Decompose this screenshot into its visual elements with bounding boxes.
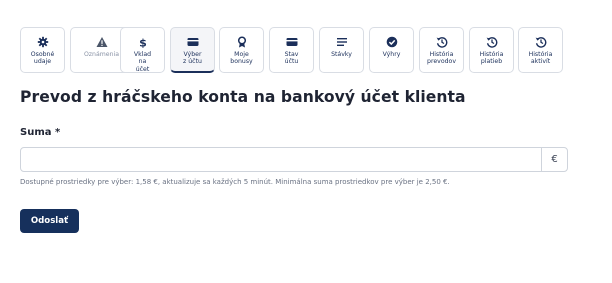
- list-icon: [336, 36, 348, 48]
- tab-payment-history[interactable]: História platieb: [469, 27, 514, 73]
- dollar-icon: $: [137, 36, 149, 49]
- tab-transfer-history[interactable]: História prevodov: [419, 27, 464, 73]
- currency-suffix: €: [541, 148, 567, 171]
- available-funds-hint: Dostupné prostriedky pre výber: 1,58 €, …: [20, 178, 450, 186]
- tab-withdrawal[interactable]: Výber z účtu: [170, 27, 215, 73]
- history-icon: [535, 36, 547, 48]
- tab-label: Osobné udaje: [30, 51, 55, 66]
- tab-label: História prevodov: [427, 51, 456, 66]
- tab-label: Stav účtu: [284, 51, 299, 66]
- tab-label: Stávky: [331, 51, 352, 58]
- medal-icon: [236, 36, 248, 48]
- amount-input[interactable]: [21, 148, 543, 171]
- tab-label: Vklad na účet: [133, 51, 152, 73]
- tab-deposit[interactable]: $ Vklad na účet: [120, 27, 165, 73]
- tab-bets[interactable]: Stávky: [319, 27, 364, 73]
- check-circle-icon: [386, 36, 398, 48]
- tab-label: Moje bonusy: [230, 51, 253, 66]
- amount-field: €: [20, 147, 568, 172]
- tab-label: Výhry: [382, 51, 401, 58]
- tab-account-balance[interactable]: Stav účtu: [269, 27, 314, 73]
- history-icon: [436, 36, 448, 48]
- card-icon: [187, 36, 199, 48]
- tab-winnings[interactable]: Výhry: [369, 27, 414, 73]
- card-icon: [286, 36, 298, 48]
- svg-text:$: $: [139, 37, 147, 49]
- tab-label: Oznámenia: [83, 51, 120, 58]
- tab-label: História aktivít: [528, 51, 553, 66]
- tab-activity-history[interactable]: História aktivít: [518, 27, 563, 73]
- gear-icon: [37, 36, 49, 48]
- tab-label: Výber z účtu: [183, 51, 202, 66]
- tab-label: História platieb: [479, 51, 504, 66]
- history-icon: [486, 36, 498, 48]
- warning-icon: [96, 36, 108, 48]
- amount-label: Suma *: [20, 127, 61, 138]
- tab-my-bonuses[interactable]: Moje bonusy: [219, 27, 264, 73]
- submit-button[interactable]: Odoslať: [20, 209, 79, 233]
- page-title: Prevod z hráčskeho konta na bankový účet…: [20, 88, 466, 106]
- tab-personal-details[interactable]: Osobné udaje: [20, 27, 65, 73]
